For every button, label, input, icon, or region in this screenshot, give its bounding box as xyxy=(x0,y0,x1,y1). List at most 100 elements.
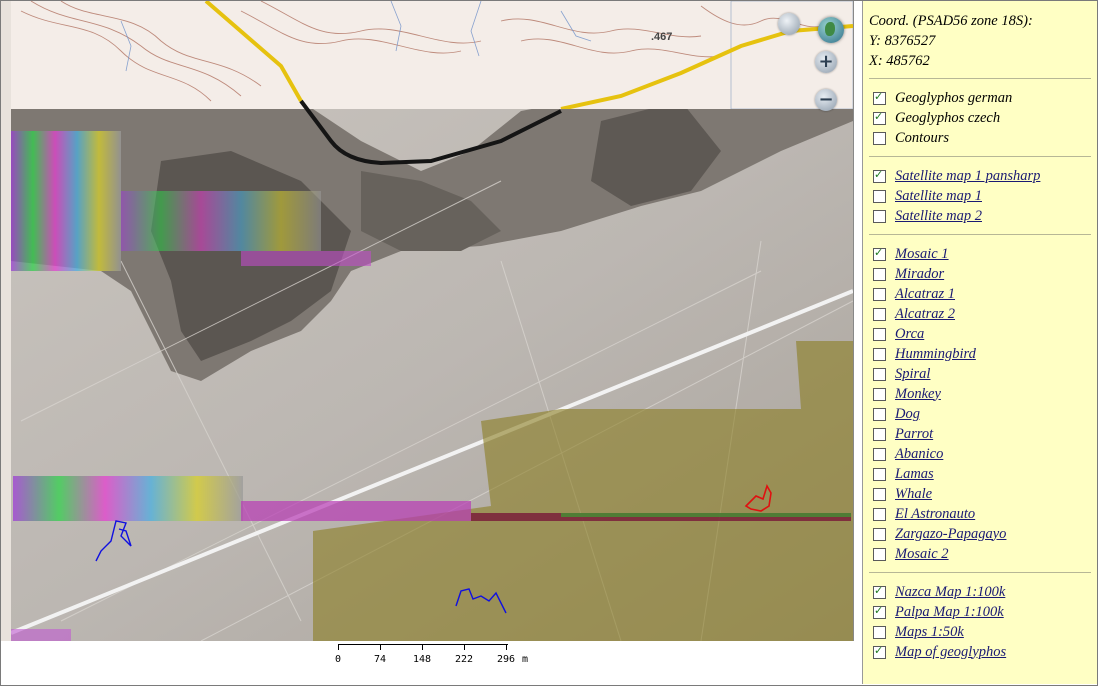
layer-label: Geoglyphos czech xyxy=(895,109,1001,126)
layer-link[interactable]: Whale xyxy=(895,486,932,503)
layer-checkbox[interactable] xyxy=(873,584,886,599)
map-viewport[interactable]: .467 + − xyxy=(1,1,854,641)
zoom-out-icon[interactable]: − xyxy=(815,89,837,111)
scale-tick xyxy=(380,644,381,650)
layer-checkbox[interactable] xyxy=(873,507,886,521)
layer-row[interactable]: Geoglyphos german xyxy=(873,88,1012,108)
layer-row[interactable]: Orca xyxy=(873,324,924,344)
layer-row[interactable]: Maps 1:50k xyxy=(873,622,964,642)
layer-row[interactable]: Satellite map 2 xyxy=(873,206,982,226)
layer-link[interactable]: Zargazo-Papagayo xyxy=(895,526,1006,543)
layer-checkbox[interactable] xyxy=(873,625,886,639)
layer-row[interactable]: Palpa Map 1:100k xyxy=(873,602,1004,622)
layer-link[interactable]: Orca xyxy=(895,326,924,343)
scale-line xyxy=(338,644,508,645)
layer-checkbox[interactable] xyxy=(873,90,886,105)
layer-row[interactable]: Mirador xyxy=(873,264,944,284)
layer-row[interactable]: Alcatraz 2 xyxy=(873,304,955,324)
layer-panel: Coord. (PSAD56 zone 18S): Y: 8376527 X: … xyxy=(862,1,1097,684)
layer-row[interactable]: Contours xyxy=(873,128,949,148)
layer-link[interactable]: Satellite map 1 xyxy=(895,188,982,205)
layer-checkbox[interactable] xyxy=(873,307,886,321)
layer-label: Geoglyphos german xyxy=(895,89,1013,106)
layer-link[interactable]: Lamas xyxy=(895,466,934,483)
layer-link[interactable]: Map of geoglyphos xyxy=(895,644,1006,661)
layer-link[interactable]: Monkey xyxy=(895,386,941,403)
separator xyxy=(869,78,1091,79)
layer-link[interactable]: Alcatraz 2 xyxy=(895,306,955,323)
scale-label: 0 xyxy=(334,654,342,665)
layer-row[interactable]: Zargazo-Papagayo xyxy=(873,524,1006,544)
scale-tick xyxy=(338,644,339,650)
layer-checkbox[interactable] xyxy=(873,467,886,481)
layer-row[interactable]: Lamas xyxy=(873,464,934,484)
layer-link[interactable]: Dog xyxy=(895,406,920,423)
layer-row[interactable]: Spiral xyxy=(873,364,930,384)
layer-checkbox[interactable] xyxy=(873,447,886,461)
layer-row[interactable]: Parrot xyxy=(873,424,933,444)
layer-row[interactable]: Monkey xyxy=(873,384,941,404)
layer-checkbox[interactable] xyxy=(873,246,886,261)
layer-checkbox[interactable] xyxy=(873,131,886,145)
layer-checkbox[interactable] xyxy=(873,644,886,659)
layer-link[interactable]: Alcatraz 1 xyxy=(895,286,955,303)
map-left-border xyxy=(1,1,11,641)
layer-checkbox[interactable] xyxy=(873,347,886,361)
zoom-in-icon[interactable]: + xyxy=(815,51,837,73)
layer-link[interactable]: Abanico xyxy=(895,446,943,463)
layer-link[interactable]: Parrot xyxy=(895,426,933,443)
coord-title: Coord. (PSAD56 zone 18S): xyxy=(869,13,1033,29)
layer-link[interactable]: Spiral xyxy=(895,366,930,383)
coord-x: X: 485762 xyxy=(869,53,930,69)
layer-checkbox[interactable] xyxy=(873,547,886,561)
spot-height-label: .467 xyxy=(651,31,673,43)
layer-link[interactable]: Mosaic 1 xyxy=(895,246,949,263)
layer-checkbox[interactable] xyxy=(873,367,886,381)
layer-checkbox[interactable] xyxy=(873,527,886,541)
separator xyxy=(869,572,1091,573)
layer-row[interactable]: Hummingbird xyxy=(873,344,976,364)
coordinate-readout: Coord. (PSAD56 zone 18S): Y: 8376527 X: … xyxy=(869,11,1033,71)
scale-tick xyxy=(422,644,423,650)
layer-link[interactable]: Mirador xyxy=(895,266,944,283)
layer-checkbox[interactable] xyxy=(873,487,886,501)
scale-tick xyxy=(464,644,465,650)
layer-row[interactable]: El Astronauto xyxy=(873,504,975,524)
layer-row[interactable]: Map of geoglyphos xyxy=(873,642,1006,662)
layer-row[interactable]: Mosaic 2 xyxy=(873,544,949,564)
coord-y: Y: 8376527 xyxy=(869,33,936,49)
layer-checkbox[interactable] xyxy=(873,387,886,401)
layer-link[interactable]: Satellite map 1 pansharp xyxy=(895,168,1040,185)
layer-row[interactable]: Whale xyxy=(873,484,932,504)
layer-row[interactable]: Dog xyxy=(873,404,920,424)
globe-icon[interactable] xyxy=(818,17,844,43)
layer-link[interactable]: Mosaic 2 xyxy=(895,546,949,563)
layer-checkbox[interactable] xyxy=(873,327,886,341)
layer-checkbox[interactable] xyxy=(873,110,886,125)
layer-checkbox[interactable] xyxy=(873,407,886,421)
layer-link[interactable]: Palpa Map 1:100k xyxy=(895,604,1004,621)
layer-row[interactable]: Mosaic 1 xyxy=(873,244,949,264)
layer-checkbox[interactable] xyxy=(873,604,886,619)
separator xyxy=(869,156,1091,157)
scale-unit: m xyxy=(522,654,529,665)
layer-link[interactable]: Nazca Map 1:100k xyxy=(895,584,1005,601)
layer-link[interactable]: El Astronauto xyxy=(895,506,975,523)
layer-checkbox[interactable] xyxy=(873,427,886,441)
layer-checkbox[interactable] xyxy=(873,189,886,203)
pan-icon[interactable] xyxy=(778,13,800,35)
layer-checkbox[interactable] xyxy=(873,209,886,223)
layer-row[interactable]: Geoglyphos czech xyxy=(873,108,1000,128)
layer-link[interactable]: Maps 1:50k xyxy=(895,624,964,641)
layer-label: Contours xyxy=(895,129,949,146)
layer-link[interactable]: Satellite map 2 xyxy=(895,208,982,225)
layer-link[interactable]: Hummingbird xyxy=(895,346,976,363)
layer-row[interactable]: Satellite map 1 pansharp xyxy=(873,166,1040,186)
layer-row[interactable]: Alcatraz 1 xyxy=(873,284,955,304)
layer-row[interactable]: Satellite map 1 xyxy=(873,186,982,206)
layer-row[interactable]: Nazca Map 1:100k xyxy=(873,582,1005,602)
layer-checkbox[interactable] xyxy=(873,168,886,183)
layer-row[interactable]: Abanico xyxy=(873,444,943,464)
layer-checkbox[interactable] xyxy=(873,267,886,281)
layer-checkbox[interactable] xyxy=(873,287,886,301)
